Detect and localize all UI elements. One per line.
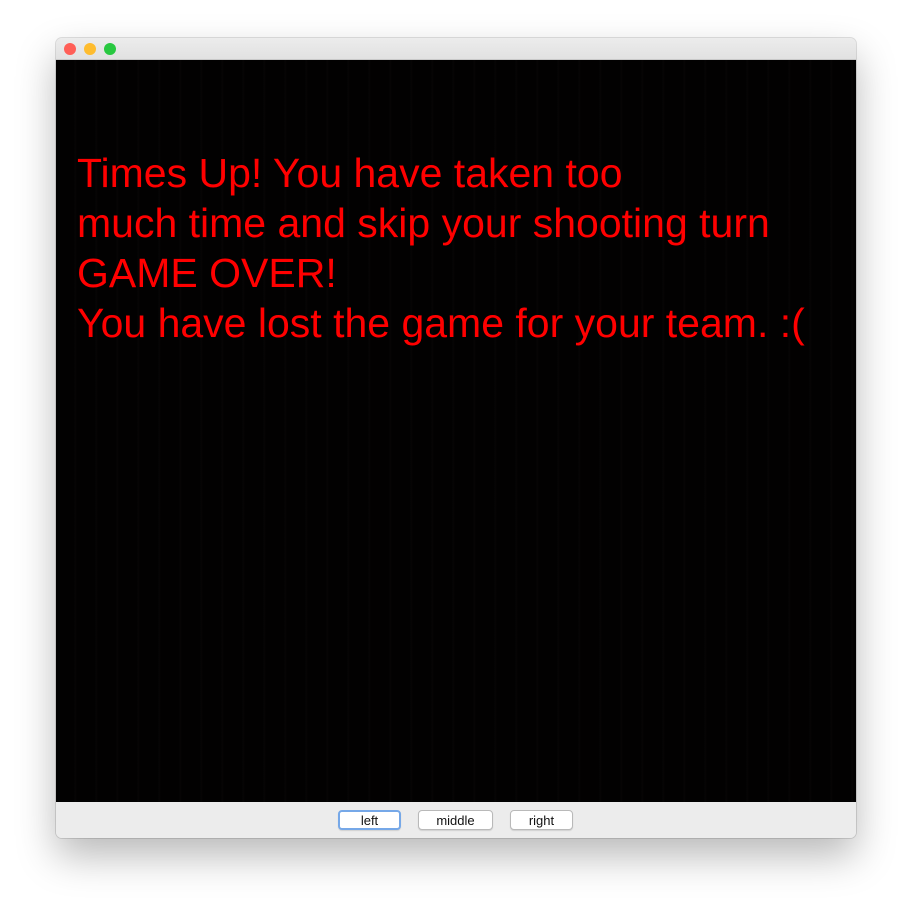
- window-titlebar: [56, 38, 856, 60]
- message-line: much time and skip your shooting turn: [77, 200, 770, 246]
- button-bar: left middle right: [56, 802, 856, 838]
- message-line: GAME OVER!: [77, 250, 337, 296]
- close-window-icon[interactable]: [64, 43, 76, 55]
- message-line: You have lost the game for your team. :(: [77, 300, 805, 346]
- message-line: Times Up! You have taken too: [77, 150, 623, 196]
- application-window: Times Up! You have taken too much time a…: [56, 38, 856, 838]
- game-canvas: Times Up! You have taken too much time a…: [56, 60, 856, 802]
- left-button[interactable]: left: [338, 810, 401, 830]
- game-over-message: Times Up! You have taken too much time a…: [77, 148, 856, 348]
- right-button[interactable]: right: [510, 810, 573, 830]
- zoom-window-icon[interactable]: [104, 43, 116, 55]
- middle-button[interactable]: middle: [418, 810, 493, 830]
- minimize-window-icon[interactable]: [84, 43, 96, 55]
